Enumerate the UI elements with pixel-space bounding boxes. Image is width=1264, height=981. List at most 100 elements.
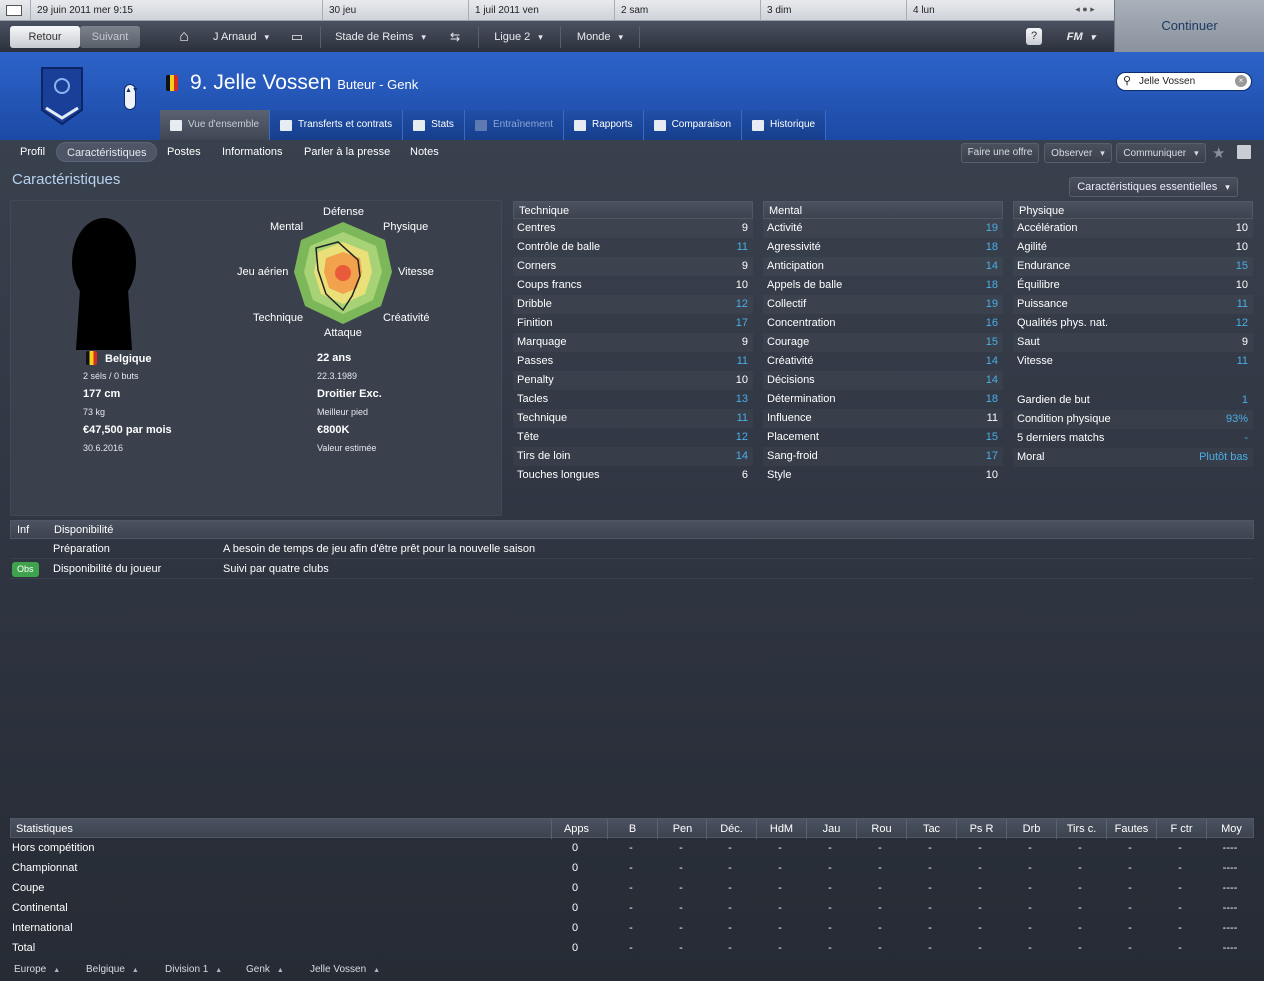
attribute-row[interactable]: Tirs de loin 14 xyxy=(513,447,753,466)
stats-column-header[interactable]: Jau xyxy=(806,819,856,839)
stats-row[interactable]: International 0- - - - - - - - - - - - ---- xyxy=(10,918,1254,938)
tab-training[interactable]: Entraînement xyxy=(464,110,564,140)
attribute-row[interactable]: Collectif 19 xyxy=(763,295,1003,314)
subnav-press[interactable]: Parler à la presse xyxy=(294,142,400,162)
stats-column-header[interactable]: Fautes xyxy=(1106,819,1156,839)
attribute-row[interactable]: Appels de balle 18 xyxy=(763,276,1003,295)
stats-column-header[interactable]: Tac xyxy=(906,819,956,839)
stats-row[interactable]: Continental 0- - - - - - - - - - - - ---- xyxy=(10,898,1254,918)
clear-icon[interactable]: × xyxy=(1235,75,1247,87)
attribute-row[interactable]: Condition physique 93% xyxy=(1013,410,1253,429)
stats-column-header[interactable]: Pen xyxy=(657,819,707,839)
attribute-row[interactable]: Corners 9 xyxy=(513,257,753,276)
subnav-positions[interactable]: Postes xyxy=(157,142,211,162)
subnav-characteristics[interactable]: Caractéristiques xyxy=(56,142,158,162)
continue-button[interactable]: Continuer xyxy=(1114,0,1264,52)
attribute-row[interactable]: Contrôle de balle 11 xyxy=(513,238,753,257)
attributes-view-select[interactable]: Caractéristiques essentielles xyxy=(1069,177,1238,197)
subnav-notes[interactable]: Notes xyxy=(400,142,449,162)
manager-menu[interactable]: J Arnaud xyxy=(200,26,282,48)
breadcrumb-item[interactable]: Europe xyxy=(14,964,60,975)
attribute-row[interactable]: Accélération 10 xyxy=(1013,219,1253,238)
attribute-row[interactable]: Anticipation 14 xyxy=(763,257,1003,276)
next-button[interactable]: Suivant xyxy=(80,26,140,48)
date-current[interactable]: 29 juin 2011 mer 9:15 xyxy=(30,0,322,21)
home-icon[interactable]: ⌂ xyxy=(170,26,198,48)
stats-column-header[interactable]: HdM xyxy=(756,819,806,839)
inbox-icon[interactable]: ▭ xyxy=(284,26,310,48)
attribute-row[interactable]: Dribble 12 xyxy=(513,295,753,314)
stats-column-header[interactable]: Ps R xyxy=(956,819,1006,839)
attribute-row[interactable]: Placement 15 xyxy=(763,428,1003,447)
club-menu[interactable]: Stade de Reims xyxy=(320,26,440,48)
attribute-row[interactable]: Saut 9 xyxy=(1013,333,1253,352)
stats-row[interactable]: Championnat 0- - - - - - - - - - - - ---- xyxy=(10,858,1254,878)
attribute-row[interactable]: Influence 11 xyxy=(763,409,1003,428)
subnav-profile[interactable]: Profil xyxy=(10,142,55,162)
attribute-row[interactable]: Touches longues 6 xyxy=(513,466,753,485)
attribute-row[interactable]: Style 10 xyxy=(763,466,1003,485)
tab-reports[interactable]: Rapports xyxy=(563,110,644,140)
attribute-row[interactable]: Endurance 15 xyxy=(1013,257,1253,276)
attribute-row[interactable]: Centres 9 xyxy=(513,219,753,238)
calendar-icon[interactable] xyxy=(6,5,22,16)
stats-column-header[interactable]: F ctr xyxy=(1156,819,1206,839)
attribute-row[interactable]: Créativité 14 xyxy=(763,352,1003,371)
breadcrumb-item[interactable]: Jelle Vossen xyxy=(310,964,380,975)
league-menu[interactable]: Ligue 2 xyxy=(478,26,558,48)
attribute-row[interactable]: Agressivité 18 xyxy=(763,238,1003,257)
attribute-row[interactable]: Équilibre 10 xyxy=(1013,276,1253,295)
notes-icon[interactable] xyxy=(1237,145,1251,159)
attribute-row[interactable]: Détermination 18 xyxy=(763,390,1003,409)
attribute-row[interactable]: Coups francs 10 xyxy=(513,276,753,295)
tab-history[interactable]: Historique xyxy=(742,110,827,140)
swap-icon[interactable]: ⇆ xyxy=(442,26,468,48)
attribute-row[interactable]: Concentration 16 xyxy=(763,314,1003,333)
stats-column-header[interactable]: Drb xyxy=(1006,819,1056,839)
attribute-row[interactable]: Vitesse 11 xyxy=(1013,352,1253,371)
attribute-row[interactable]: Qualités phys. nat. 12 xyxy=(1013,314,1253,333)
world-menu[interactable]: Monde xyxy=(560,26,640,48)
attribute-row[interactable]: Penalty 10 xyxy=(513,371,753,390)
attribute-row[interactable]: Gardien de but 1 xyxy=(1013,391,1253,410)
attribute-row[interactable]: Courage 15 xyxy=(763,333,1003,352)
stats-column-header[interactable]: Déc. xyxy=(706,819,756,839)
attribute-row[interactable]: Passes 11 xyxy=(513,352,753,371)
attribute-row[interactable]: Sang-froid 17 xyxy=(763,447,1003,466)
observe-button[interactable]: Observer xyxy=(1044,143,1112,163)
stats-row[interactable]: Total 0- - - - - - - - - - - - ---- xyxy=(10,938,1254,958)
attribute-row[interactable]: Tête 12 xyxy=(513,428,753,447)
communicate-button[interactable]: Communiquer xyxy=(1116,143,1206,163)
back-button[interactable]: Retour xyxy=(10,26,80,48)
date-day[interactable]: 2 sam xyxy=(614,0,760,21)
stats-column-header[interactable]: Rou xyxy=(856,819,906,839)
stats-column-header[interactable]: Tirs c. xyxy=(1056,819,1106,839)
attribute-row[interactable]: Technique 11 xyxy=(513,409,753,428)
breadcrumb-item[interactable]: Division 1 xyxy=(165,964,222,975)
breadcrumb-item[interactable]: Genk xyxy=(246,964,284,975)
stats-column-header[interactable]: Apps xyxy=(551,819,601,839)
make-offer-button[interactable]: Faire une offre xyxy=(961,143,1039,163)
stats-column-header[interactable]: Moy xyxy=(1206,819,1256,839)
breadcrumb-item[interactable]: Belgique xyxy=(86,964,139,975)
attribute-row[interactable]: Finition 17 xyxy=(513,314,753,333)
attribute-row[interactable]: Tacles 13 xyxy=(513,390,753,409)
nationality[interactable]: Belgique xyxy=(105,353,151,365)
shirt-number-stepper[interactable]: ▲▼ xyxy=(124,84,139,110)
star-icon[interactable]: ★ xyxy=(1212,144,1225,162)
tab-overview[interactable]: Vue d'ensemble xyxy=(160,110,271,140)
tab-transfers[interactable]: Transferts et contrats xyxy=(270,110,404,140)
help-button[interactable]: ? xyxy=(1026,28,1042,45)
attribute-row[interactable]: Agilité 10 xyxy=(1013,238,1253,257)
fm-menu[interactable]: FM xyxy=(1056,26,1106,48)
stats-row[interactable]: Coupe 0- - - - - - - - - - - - ---- xyxy=(10,878,1254,898)
date-day[interactable]: 3 dim xyxy=(760,0,906,21)
stats-row[interactable]: Hors compétition 0- - - - - - - - - - - - ---- xyxy=(10,838,1254,858)
tab-stats[interactable]: Stats xyxy=(403,110,465,140)
attribute-row[interactable]: Activité 19 xyxy=(763,219,1003,238)
attribute-row[interactable]: Puissance 11 xyxy=(1013,295,1253,314)
attribute-row[interactable]: Marquage 9 xyxy=(513,333,753,352)
observed-badge[interactable]: Obs xyxy=(12,562,39,577)
stats-column-header[interactable]: B xyxy=(607,819,657,839)
date-day[interactable]: 30 jeu xyxy=(322,0,468,21)
